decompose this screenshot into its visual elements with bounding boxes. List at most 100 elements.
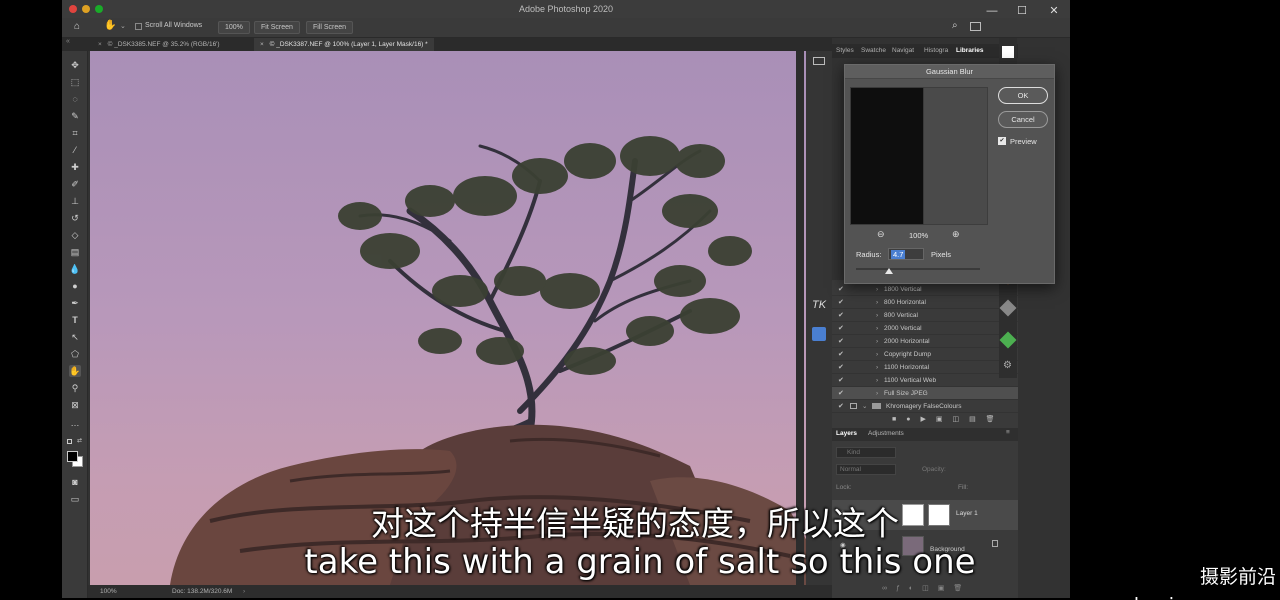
frame-tool-icon[interactable]: ⊠ [69, 399, 81, 411]
chevron-down-icon[interactable]: ⌄ [120, 22, 126, 30]
path-select-icon[interactable]: ↖ [69, 331, 81, 343]
chevron-right-icon[interactable]: › [876, 374, 878, 387]
chevron-right-icon[interactable]: › [876, 387, 878, 400]
chevron-right-icon[interactable]: › [876, 361, 878, 374]
status-chevron-icon[interactable]: › [243, 585, 245, 598]
lasso-tool-icon[interactable]: ◌ [69, 93, 81, 105]
layer-filter-kind[interactable]: Kind [836, 447, 896, 458]
radius-slider-handle[interactable] [885, 268, 893, 274]
check-icon[interactable]: ✔ [838, 283, 846, 296]
shape-tool-icon[interactable]: ⬠ [69, 348, 81, 360]
chevron-right-icon[interactable]: › [876, 283, 878, 296]
type-panel-icon[interactable]: TK [812, 299, 826, 311]
panel-icon[interactable] [813, 57, 825, 65]
action-item[interactable]: ✔ › 1800 Vertical [832, 283, 1018, 296]
action-set[interactable]: ✔ ⌄ Khromagery FalseColours [832, 400, 1018, 413]
healing-brush-icon[interactable]: ✚ [69, 161, 81, 173]
eraser-tool-icon[interactable]: ◇ [69, 229, 81, 241]
quick-select-icon[interactable]: ✎ [69, 110, 81, 122]
workspace-icon[interactable] [970, 22, 981, 31]
search-icon[interactable]: ⌕ [952, 20, 958, 31]
tab-layers[interactable]: Layers [836, 430, 857, 437]
action-item-selected[interactable]: ✔ › Full Size JPEG [832, 387, 1018, 400]
tab-navigator[interactable]: Navigat [892, 44, 914, 58]
crop-tool-icon[interactable]: ⌗ [69, 127, 81, 139]
brush-tool-icon[interactable]: ✐ [69, 178, 81, 190]
action-item[interactable]: ✔ › 2000 Horizontal [832, 335, 1018, 348]
dialog-toggle-icon[interactable] [850, 403, 857, 409]
check-icon[interactable]: ✔ [838, 309, 846, 322]
preview-checkbox[interactable]: ✔ [998, 137, 1006, 145]
dock-icon[interactable] [999, 299, 1017, 317]
tab-close-icon[interactable]: × [260, 41, 264, 48]
eyedropper-icon[interactable]: ⁄ [69, 144, 81, 156]
swap-colors-icon[interactable]: ⇄ [77, 437, 82, 444]
type-tool-icon[interactable]: T [69, 314, 81, 326]
move-tool-icon[interactable]: ✥ [69, 59, 81, 71]
close-dot-icon[interactable] [69, 5, 77, 13]
dodge-tool-icon[interactable]: ● [69, 280, 81, 292]
home-icon[interactable]: ⌂ [74, 21, 80, 32]
tab-histogram[interactable]: Histogra [924, 44, 948, 58]
tab-dsk3385[interactable]: × © _DSK3385.NEF @ 35.2% (RGB/16') [92, 38, 226, 51]
check-icon[interactable]: ✔ [838, 335, 846, 348]
gradient-tool-icon[interactable]: ▤ [69, 246, 81, 258]
radius-input[interactable]: 4.7 [888, 248, 924, 260]
blur-tool-icon[interactable]: 💧 [69, 263, 81, 275]
chevron-right-icon[interactable]: › [876, 335, 878, 348]
action-item[interactable]: ✔ › 800 Vertical [832, 309, 1018, 322]
blend-mode-select[interactable]: Normal [836, 464, 896, 475]
zoom-tool-icon[interactable]: ⚲ [69, 382, 81, 394]
tab-dsk3387[interactable]: × © _DSK3387.NEF @ 100% (Layer 1, Layer … [254, 38, 434, 51]
tabs-collapse-icon[interactable]: « [66, 38, 70, 45]
check-icon[interactable]: ✔ [838, 322, 846, 335]
history-brush-icon[interactable]: ↺ [69, 212, 81, 224]
check-icon[interactable]: ✔ [838, 361, 846, 374]
check-icon[interactable]: ✔ [838, 374, 846, 387]
cancel-button[interactable]: Cancel [998, 111, 1048, 128]
fill-screen-button[interactable]: Fill Screen [306, 21, 354, 34]
panel-menu-icon[interactable]: ≡ [1006, 429, 1010, 436]
tab-adjustments[interactable]: Adjustments [868, 430, 904, 437]
zoom-out-icon[interactable]: ⊖ [877, 229, 885, 240]
pen-tool-icon[interactable]: ✒ [69, 297, 81, 309]
tab-close-icon[interactable]: × [98, 41, 102, 48]
tab-libraries[interactable]: Libraries [956, 44, 983, 58]
minimize-button[interactable]: — [983, 2, 1001, 20]
hand-tool-icon[interactable]: ✋ [104, 20, 116, 31]
minimize-dot-icon[interactable] [82, 5, 90, 13]
zoom-dot-icon[interactable] [95, 5, 103, 13]
foreground-color-swatch[interactable] [67, 451, 78, 462]
chevron-right-icon[interactable]: › [876, 309, 878, 322]
check-icon[interactable]: ✔ [838, 348, 846, 361]
check-icon[interactable]: ✔ [838, 400, 846, 413]
quick-mask-icon[interactable]: ◙ [69, 476, 81, 488]
action-item[interactable]: ✔ › 1100 Vertical Web [832, 374, 1018, 387]
action-item[interactable]: ✔ › 1100 Horizontal [832, 361, 1018, 374]
chevron-down-icon[interactable]: ⌄ [862, 400, 867, 413]
default-colors-icon[interactable] [67, 439, 72, 444]
check-icon[interactable]: ✔ [838, 296, 846, 309]
gear-icon[interactable]: ⚙ [1003, 360, 1012, 371]
maximize-button[interactable]: ☐ [1013, 2, 1031, 20]
chevron-right-icon[interactable]: › [876, 296, 878, 309]
close-button[interactable]: ✕ [1045, 2, 1063, 20]
dock-icon[interactable] [999, 331, 1017, 349]
radius-slider-track[interactable] [856, 268, 980, 270]
check-icon[interactable]: ✔ [838, 387, 846, 400]
stamp-tool-icon[interactable]: ⊥ [69, 195, 81, 207]
chevron-right-icon[interactable]: › [876, 322, 878, 335]
action-item[interactable]: ✔ › Copyright Dump [832, 348, 1018, 361]
tab-swatches[interactable]: Swatche [861, 44, 886, 58]
zoom-in-icon[interactable]: ⊕ [952, 229, 960, 240]
action-item[interactable]: ✔ › 2000 Vertical [832, 322, 1018, 335]
ok-button[interactable]: OK [998, 87, 1048, 104]
libraries-icon[interactable] [812, 327, 826, 341]
scroll-all-checkbox[interactable] [135, 23, 142, 30]
marquee-tool-icon[interactable]: ⬚ [69, 76, 81, 88]
more-tools-icon[interactable]: … [69, 417, 81, 429]
tab-styles[interactable]: Styles [836, 44, 854, 58]
action-controls[interactable]: ■●▶▣◫▤🗑 [892, 415, 1005, 423]
hand-tool-icon[interactable]: ✋ [69, 365, 81, 377]
preview-image[interactable] [850, 87, 924, 225]
